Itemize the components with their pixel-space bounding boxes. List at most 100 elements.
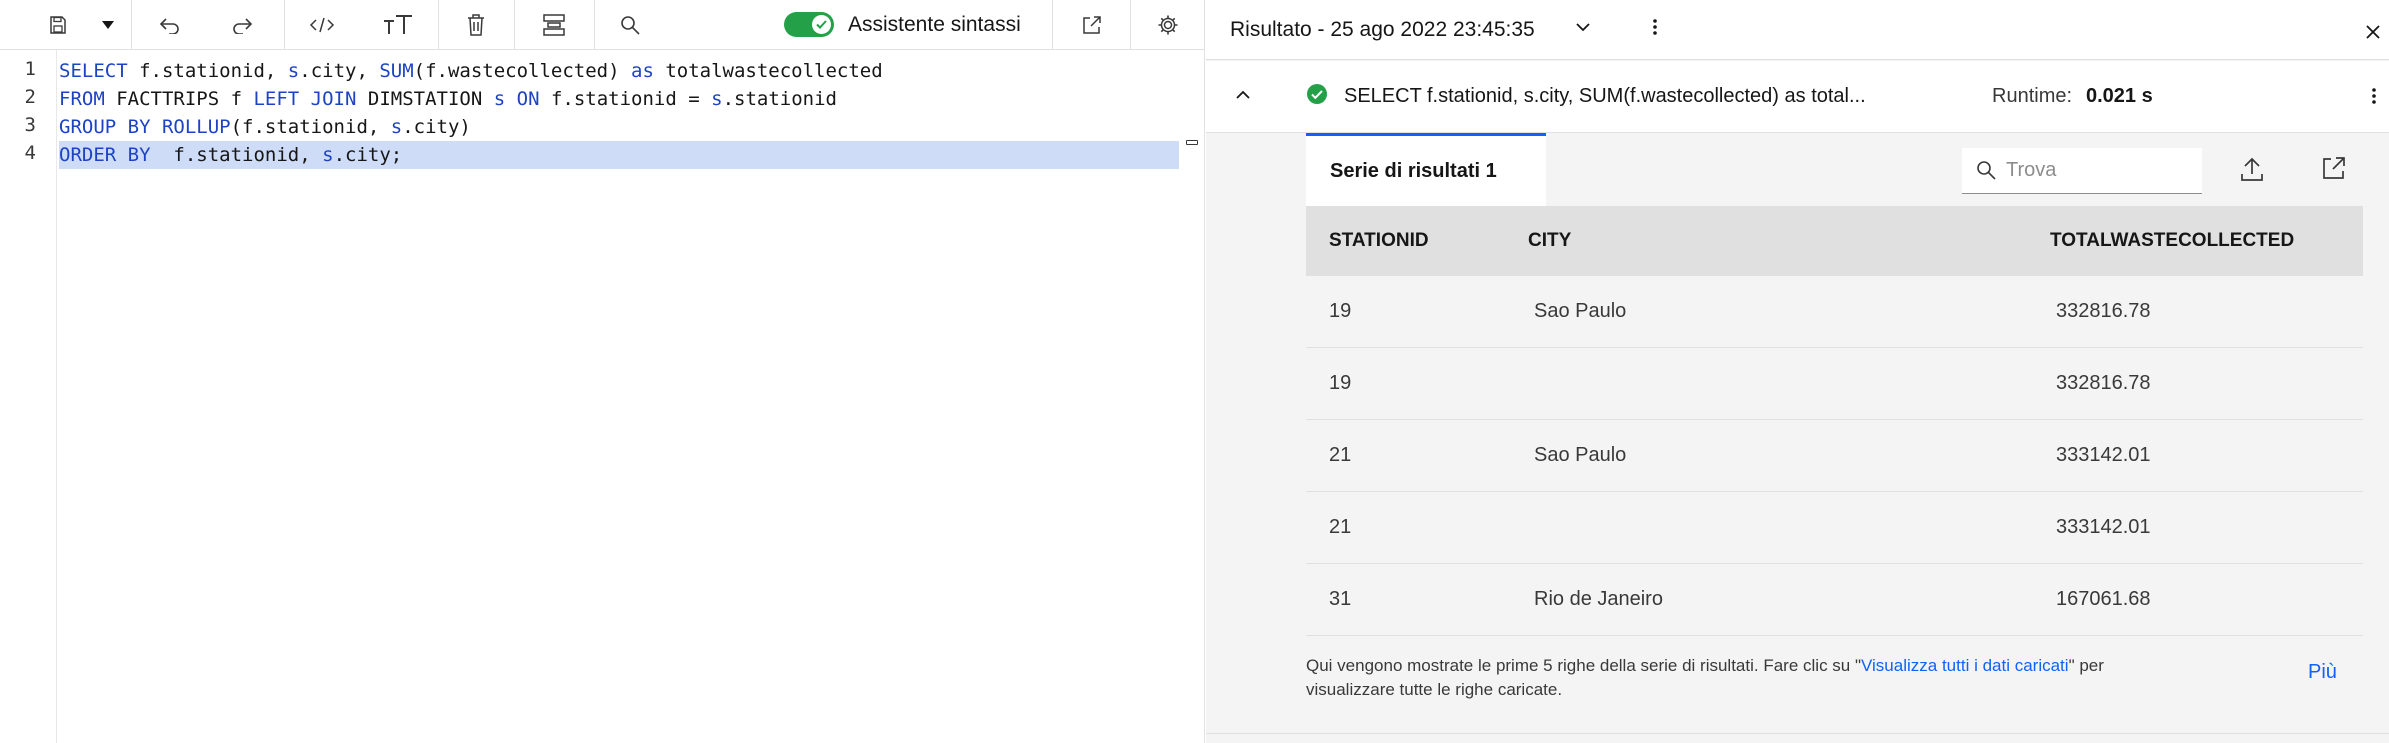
syntax-assistant-label: Assistente sintassi <box>848 13 1021 36</box>
cell-city: Sao Paulo <box>1534 300 1627 322</box>
toggle-knob <box>812 15 831 34</box>
line-number: 1 <box>24 58 36 80</box>
sql-alias: s <box>287 60 300 82</box>
results-header: Risultato - 25 ago 2022 23:45:35 <box>1206 0 2389 60</box>
trash-icon <box>468 13 484 36</box>
query-overflow-menu[interactable] <box>2371 86 2377 111</box>
syntax-assistant-toggle[interactable] <box>784 12 834 37</box>
sql-keyword: SELECT <box>59 60 128 82</box>
table-row[interactable]: 19 332816.78 <box>1306 348 2363 420</box>
table-row[interactable]: 21 333142.01 <box>1306 492 2363 564</box>
cell-totalwastecollected: 332816.78 <box>2056 372 2151 394</box>
runtime-value: 0.021 s <box>2086 85 2153 107</box>
chevron-down-icon <box>1576 23 1590 32</box>
editor-toolbar: Assistente sintassi <box>0 0 1205 50</box>
settings-button[interactable] <box>1148 0 1188 49</box>
template-button[interactable] <box>532 0 576 49</box>
sql-text: f.stationid, <box>127 60 288 82</box>
results-table: STATIONID CITY TOTALWASTECOLLECTED 19 Sa… <box>1306 206 2363 636</box>
runtime-label: Runtime: <box>1992 85 2073 107</box>
sql-keyword: LEFT JOIN <box>253 88 357 110</box>
save-options-dropdown[interactable] <box>96 0 120 49</box>
footnote-text: Qui vengono mostrate le prime 5 righe de… <box>1306 656 1861 675</box>
cell-city: Sao Paulo <box>1534 444 1627 466</box>
sql-text: .stationid <box>722 88 837 110</box>
success-status-icon <box>1306 83 1328 110</box>
undo-button[interactable] <box>150 0 190 49</box>
sql-alias: s <box>390 116 403 138</box>
column-header-stationid[interactable]: STATIONID <box>1329 230 1429 252</box>
line-number: 4 <box>24 142 36 164</box>
sql-alias: s <box>711 88 723 110</box>
cell-stationid: 21 <box>1329 444 1352 466</box>
line-number: 2 <box>24 86 36 108</box>
column-header-city[interactable]: CITY <box>1528 230 1571 252</box>
export-button[interactable] <box>2240 156 2264 187</box>
search-button[interactable] <box>610 0 650 49</box>
query-preview[interactable]: SELECT f.stationid, s.city, SUM(f.wastec… <box>1344 85 1866 108</box>
format-code-button[interactable] <box>302 0 342 49</box>
cell-totalwastecollected: 167061.68 <box>2056 588 2151 610</box>
sql-text: (f.wastecollected) <box>413 60 631 82</box>
more-link[interactable]: Più <box>2308 661 2337 684</box>
find-field[interactable] <box>1962 148 2202 194</box>
redo-icon <box>233 17 253 34</box>
results-history-dropdown[interactable] <box>1574 18 1592 41</box>
table-row[interactable]: 19 Sao Paulo 332816.78 <box>1306 276 2363 348</box>
save-button[interactable] <box>40 0 76 49</box>
code-line[interactable]: SELECT f.stationid, s.city, SUM(f.wastec… <box>59 57 1179 85</box>
cell-stationid: 19 <box>1329 372 1352 394</box>
caret-down-icon <box>102 20 114 29</box>
table-header: STATIONID CITY TOTALWASTECOLLECTED <box>1306 206 2363 276</box>
sql-keyword: SUM <box>379 60 414 82</box>
chevron-up-icon <box>1236 90 1250 99</box>
redo-button[interactable] <box>222 0 262 49</box>
results-overflow-menu[interactable] <box>1652 17 1658 42</box>
tab-result-set-1[interactable]: Serie di risultati 1 <box>1306 133 1546 206</box>
executed-query-row: SELECT f.stationid, s.city, SUM(f.wastec… <box>1206 61 2389 133</box>
sql-alias: s <box>493 88 506 110</box>
toolbar-divider <box>514 0 515 49</box>
code-line[interactable]: GROUP BY ROLLUP(f.stationid, s.city) <box>59 113 1179 141</box>
save-icon <box>50 15 66 34</box>
toolbar-divider <box>1130 0 1131 49</box>
sql-keyword: GROUP BY <box>59 116 151 138</box>
search-icon <box>621 15 640 35</box>
code-icon <box>309 17 335 32</box>
close-results-button[interactable] <box>2365 24 2381 45</box>
divider <box>1206 733 2389 734</box>
collapse-query-button[interactable] <box>1234 87 1252 108</box>
cell-totalwastecollected: 333142.01 <box>2056 444 2151 466</box>
code-line-selected[interactable]: ORDER BY f.stationid, s.city; <box>59 141 1179 169</box>
launch-icon <box>2323 157 2345 179</box>
sql-text: (f.stationid, <box>230 116 391 138</box>
sql-text: .city) <box>402 116 471 138</box>
sql-keyword: ROLLUP <box>161 116 231 138</box>
sql-text: totalwastecollected <box>653 60 883 82</box>
code-line[interactable]: FROM FACTTRIPS f LEFT JOIN DIMSTATION s … <box>59 85 1179 113</box>
sql-code-area[interactable]: SELECT f.stationid, s.city, SUM(f.wastec… <box>59 50 1179 743</box>
line-number: 3 <box>24 114 36 136</box>
undo-icon <box>159 17 179 34</box>
find-input[interactable] <box>2006 148 2196 193</box>
search-icon <box>1976 160 1996 185</box>
open-results-window-button[interactable] <box>2322 156 2346 185</box>
column-header-totalwastecollected[interactable]: TOTALWASTECOLLECTED <box>2050 230 2294 252</box>
font-size-button[interactable] <box>376 0 420 49</box>
table-row[interactable]: 31 Rio de Janeiro 167061.68 <box>1306 564 2363 636</box>
clear-button[interactable] <box>456 0 496 49</box>
view-all-loaded-data-link[interactable]: Visualizza tutti i dati caricati <box>1861 656 2069 675</box>
results-title: Risultato - 25 ago 2022 23:45:35 <box>1230 18 1535 41</box>
table-row[interactable]: 21 Sao Paulo 333142.01 <box>1306 420 2363 492</box>
overview-ruler-marker <box>1186 140 1198 145</box>
cell-city: Rio de Janeiro <box>1534 588 1663 610</box>
sql-text: FACTTRIPS f <box>104 88 254 110</box>
open-in-new-window-button[interactable] <box>1070 0 1114 49</box>
sql-text: .city, <box>299 60 380 82</box>
checkmark-icon <box>816 20 827 29</box>
toolbar-divider <box>131 0 132 49</box>
toolbar-divider <box>284 0 285 49</box>
launch-icon <box>1083 15 1101 34</box>
sql-keyword: as <box>631 60 654 82</box>
